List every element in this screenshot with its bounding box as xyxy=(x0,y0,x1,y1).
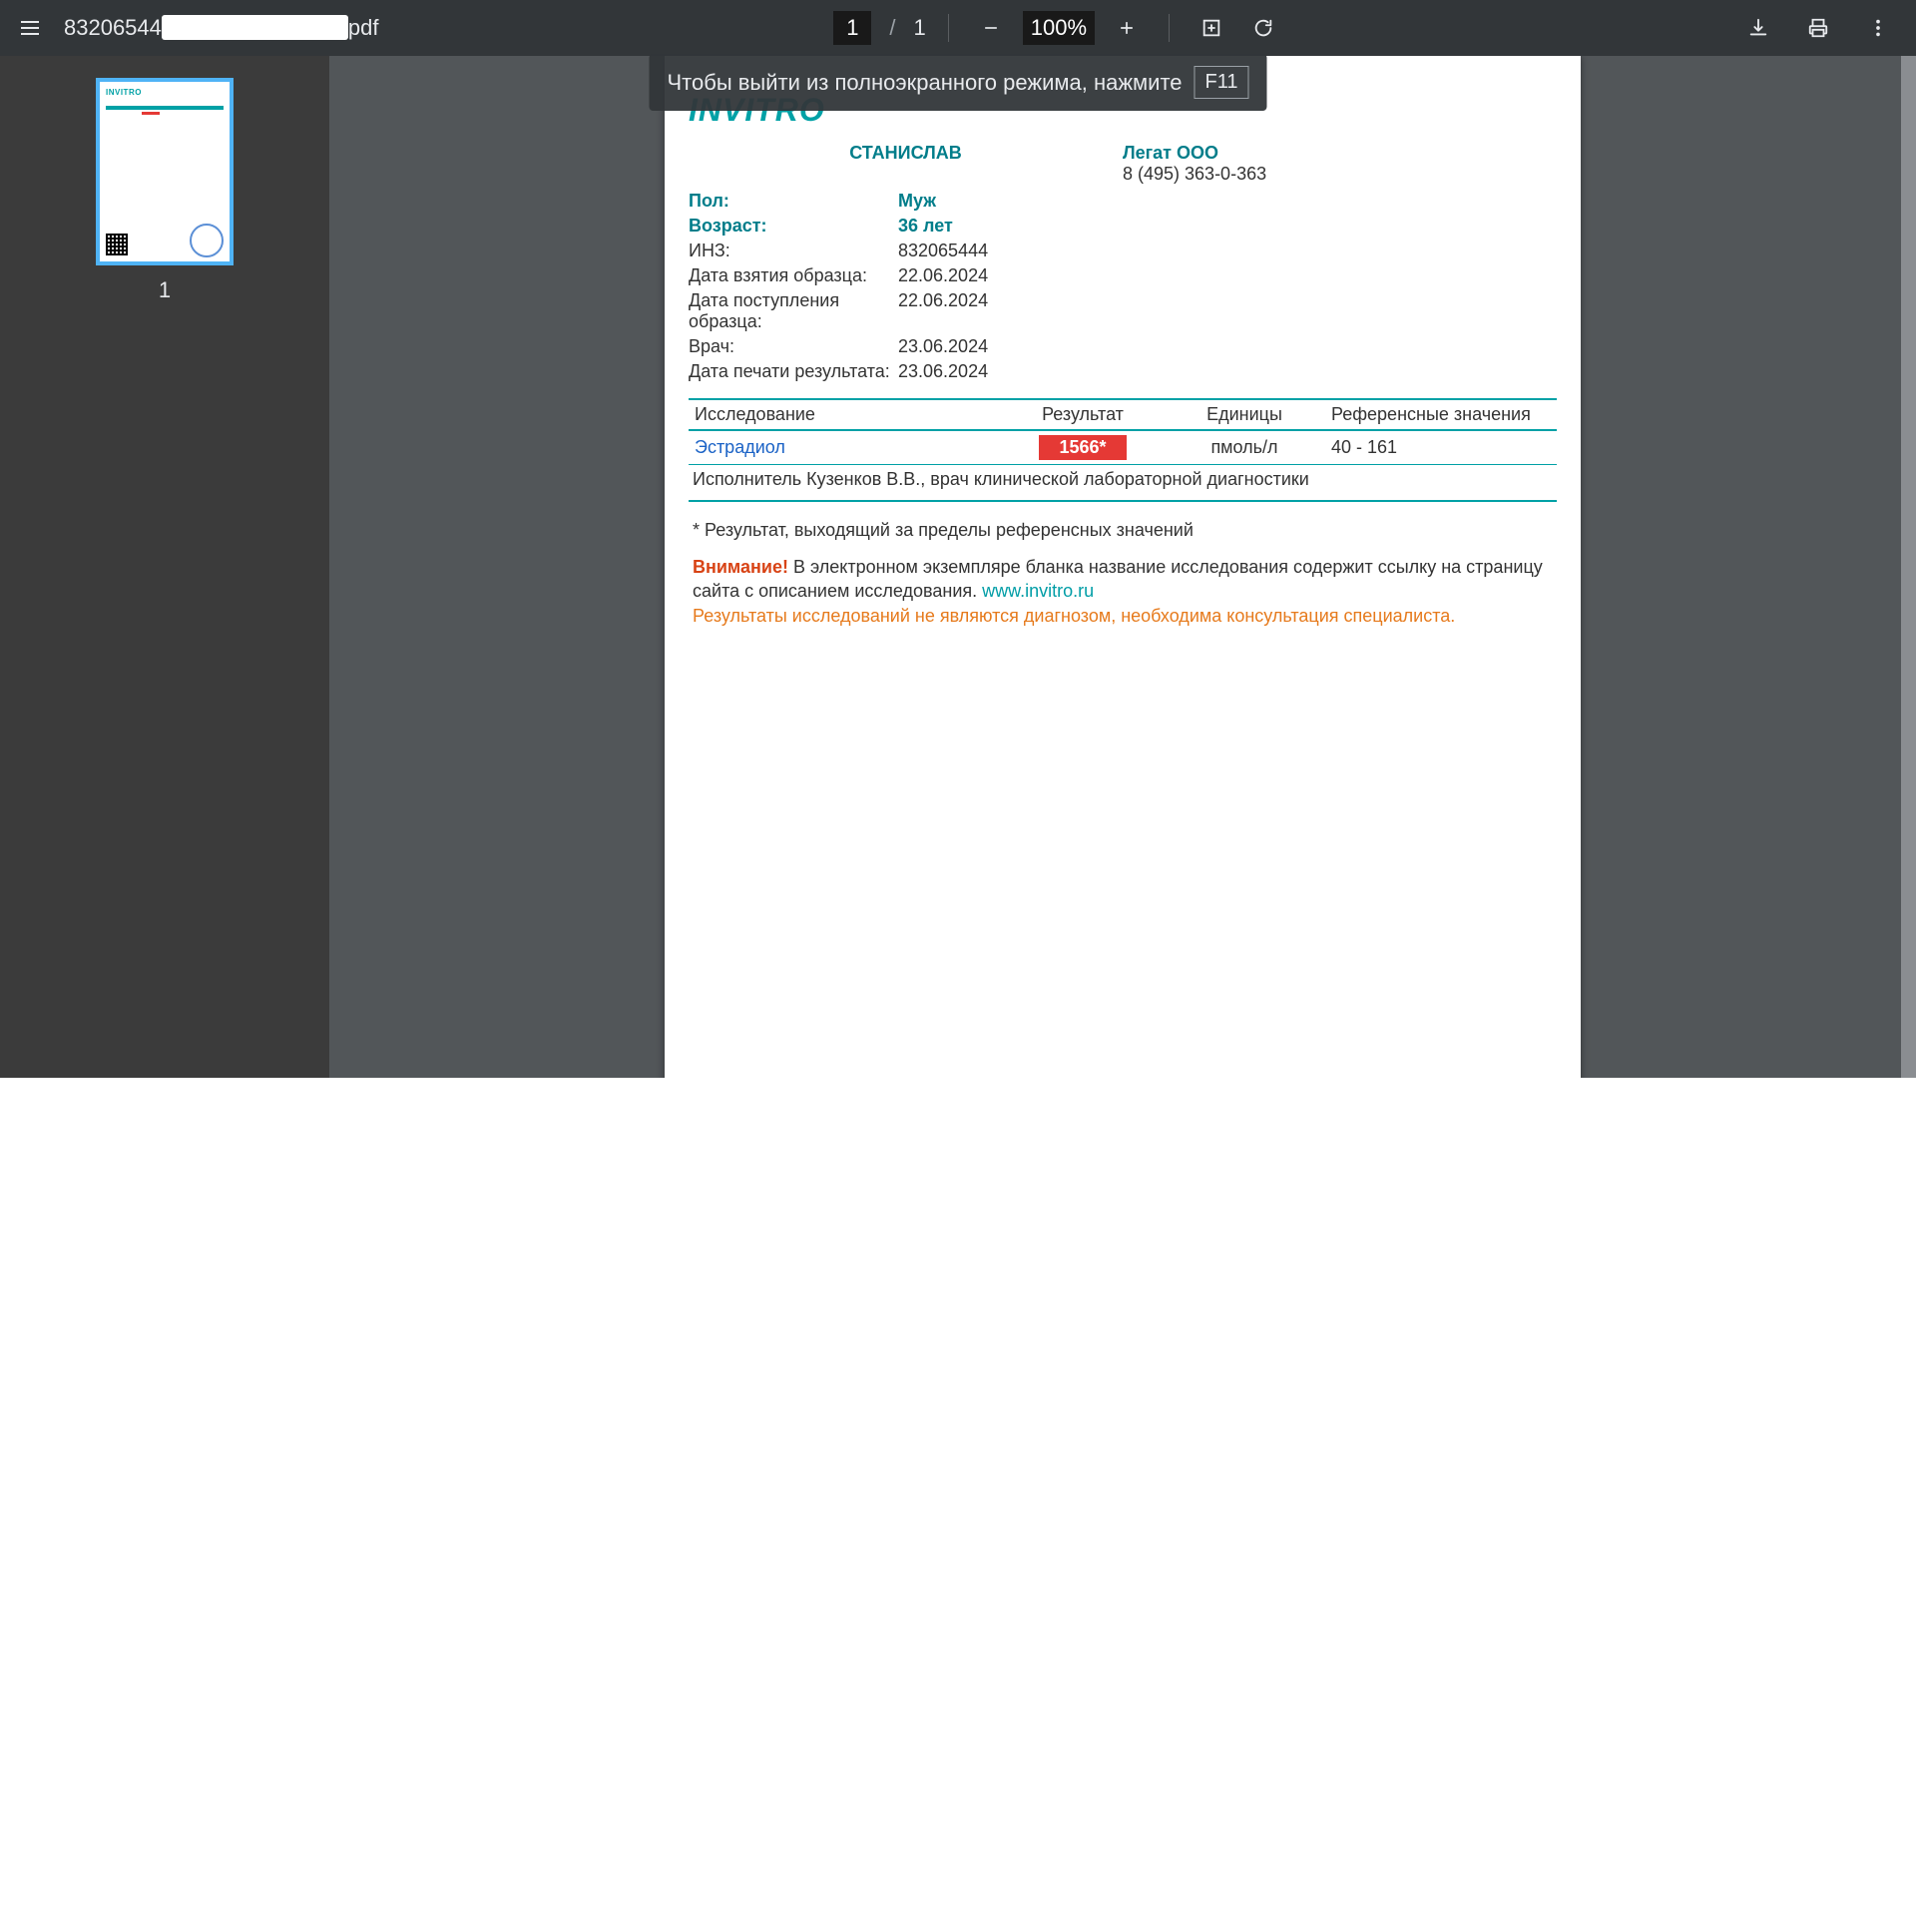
thumbnail-sidebar: INVITRO 1 xyxy=(0,56,329,1078)
field-label-recv-date: Дата поступления образца: xyxy=(689,290,898,332)
thumbnail-wrap: INVITRO 1 xyxy=(0,78,329,303)
print-icon[interactable] xyxy=(1798,8,1838,48)
col-test: Исследование xyxy=(689,399,1002,430)
app: 83206544xxxxxxxxxxxxxxxxxpdf / 1 100% xyxy=(0,0,1916,1932)
field-label-sample-date: Дата взятия образца: xyxy=(689,265,898,286)
results-table: Исследование Результат Единицы Референсн… xyxy=(689,398,1557,465)
field-value-sex: Муж xyxy=(898,191,936,212)
menu-icon[interactable] xyxy=(10,8,50,48)
field-value-doctor: 23.06.2024 xyxy=(898,336,988,357)
zoom-in-icon[interactable] xyxy=(1107,8,1147,48)
patient-info: Пол:Муж Возраст:36 лет ИНЗ:832065444 Дат… xyxy=(689,189,1557,384)
toolbar: 83206544xxxxxxxxxxxxxxxxxpdf / 1 100% xyxy=(0,0,1916,56)
filename-suffix: pdf xyxy=(348,15,379,40)
warning-text: В электронном экземпляре бланка название… xyxy=(693,557,1543,601)
toolbar-divider xyxy=(1169,14,1170,42)
fullscreen-notice: Чтобы выйти из полноэкранного режима, на… xyxy=(649,54,1266,111)
thumbnail-number: 1 xyxy=(159,277,171,303)
filename: 83206544xxxxxxxxxxxxxxxxxpdf xyxy=(64,15,378,41)
page-canvas[interactable]: INVITRO СТАНИСЛАВ Легат ООО 8 (495) 363-… xyxy=(329,56,1916,1078)
test-name-link[interactable]: Эстрадиол xyxy=(695,437,785,457)
page-thumbnail[interactable]: INVITRO xyxy=(96,78,234,265)
scrollbar-thumb[interactable] xyxy=(1901,56,1916,1078)
pdf-viewer: 83206544xxxxxxxxxxxxxxxxxpdf / 1 100% xyxy=(0,0,1916,1078)
zoom-level: 100% xyxy=(1023,11,1095,45)
page-1: INVITRO СТАНИСЛАВ Легат ООО 8 (495) 363-… xyxy=(665,56,1581,1078)
website-link[interactable]: www.invitro.ru xyxy=(982,581,1094,601)
fit-page-icon[interactable] xyxy=(1192,8,1231,48)
field-label-sex: Пол: xyxy=(689,191,898,212)
field-value-sample-date: 22.06.2024 xyxy=(898,265,988,286)
field-value-recv-date: 22.06.2024 xyxy=(898,290,988,332)
col-ref: Референсные значения xyxy=(1325,399,1557,430)
table-row: Эстрадиол 1566* пмоль/л 40 - 161 xyxy=(689,430,1557,465)
result-reference: 40 - 161 xyxy=(1325,430,1557,465)
patient-name: СТАНИСЛАВ xyxy=(849,143,962,163)
result-value-flag: 1566* xyxy=(1039,435,1126,460)
col-units: Единицы xyxy=(1164,399,1325,430)
fullscreen-notice-text: Чтобы выйти из полноэкранного режима, на… xyxy=(667,70,1182,96)
download-icon[interactable] xyxy=(1738,8,1778,48)
field-label-age: Возраст: xyxy=(689,216,898,237)
toolbar-divider xyxy=(948,14,949,42)
field-label-doctor: Врач: xyxy=(689,336,898,357)
page-whitespace xyxy=(0,1078,1916,1932)
performer-line: Исполнитель Кузенков В.В., врач клиничес… xyxy=(689,469,1557,502)
more-icon[interactable] xyxy=(1858,8,1898,48)
page-number-input[interactable] xyxy=(833,11,871,45)
filename-prefix: 83206544 xyxy=(64,15,162,40)
rotate-icon[interactable] xyxy=(1243,8,1283,48)
field-value-age: 36 лет xyxy=(898,216,953,237)
col-result: Результат xyxy=(1002,399,1164,430)
warning-label: Внимание! xyxy=(693,557,788,577)
field-label-inz: ИНЗ: xyxy=(689,241,898,261)
field-value-print-date: 23.06.2024 xyxy=(898,361,988,382)
asterisk-footnote: * Результат, выходящий за пределы рефере… xyxy=(689,520,1557,541)
field-value-inz: 832065444 xyxy=(898,241,988,261)
vertical-scrollbar[interactable] xyxy=(1901,56,1916,1078)
page-total: 1 xyxy=(914,15,926,41)
field-label-print-date: Дата печати результата: xyxy=(689,361,898,382)
not-diagnosis-note: Результаты исследований не являются диаг… xyxy=(693,604,1557,628)
result-units: пмоль/л xyxy=(1164,430,1325,465)
page-separator: / xyxy=(883,15,901,41)
fullscreen-notice-key: F11 xyxy=(1195,66,1249,99)
company-name: Легат ООО xyxy=(1123,143,1557,164)
zoom-out-icon[interactable] xyxy=(971,8,1011,48)
warning-block: Внимание! В электронном экземпляре бланк… xyxy=(689,555,1557,628)
company-phone: 8 (495) 363-0-363 xyxy=(1123,164,1557,185)
